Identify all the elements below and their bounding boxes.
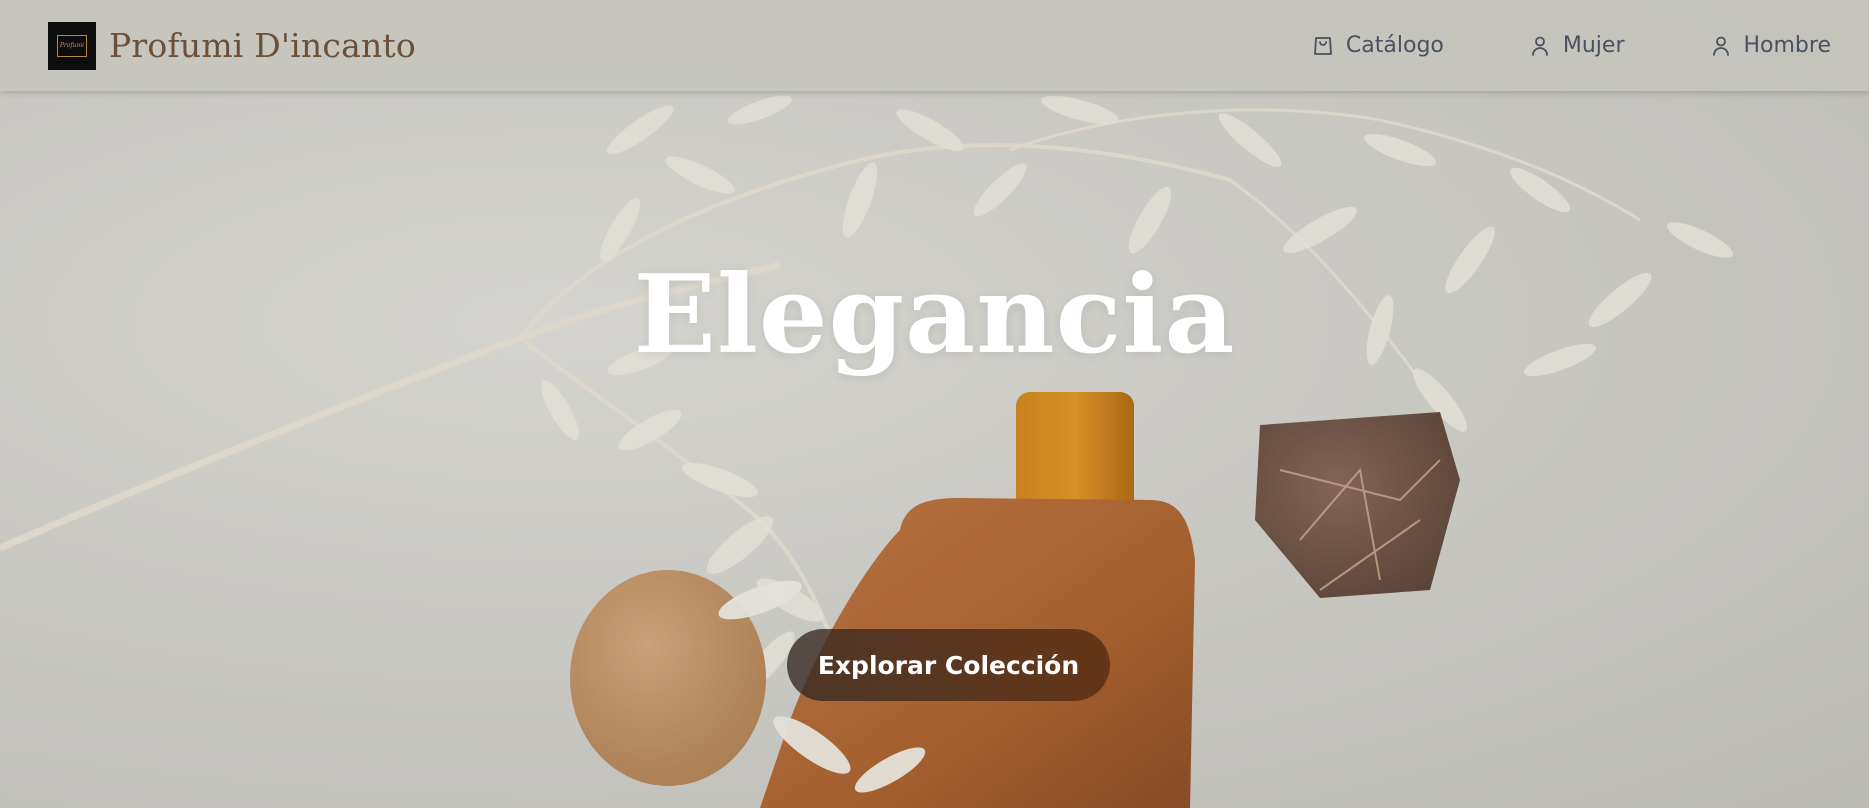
nav-item-label: Hombre (1743, 33, 1832, 58)
user-icon (1531, 36, 1548, 56)
hero-section: Elegancia Explorar Colección (0, 0, 1869, 808)
shopping-bag-icon (1314, 36, 1332, 55)
brand-link[interactable]: Profumi Profumi D'incanto (48, 21, 416, 70)
logo-text: Profumi (59, 42, 85, 49)
brand-logo: Profumi (48, 21, 96, 70)
nav-item-label: Catálogo (1345, 33, 1444, 58)
nav-item-mujer[interactable]: Mujer (1528, 33, 1625, 58)
site-header: Profumi Profumi D'incanto Catálogo Mujer… (0, 0, 1869, 91)
hero-title: Elegancia (633, 252, 1236, 378)
nav-item-label: Mujer (1562, 33, 1625, 58)
brand-name: Profumi D'incanto (109, 26, 416, 65)
explore-collection-button[interactable]: Explorar Colección (787, 629, 1110, 701)
nav-item-hombre[interactable]: Hombre (1709, 33, 1832, 58)
main-nav: Catálogo Mujer Hombre (1311, 33, 1831, 58)
nav-item-catalogo[interactable]: Catálogo (1311, 33, 1444, 58)
user-icon (1712, 36, 1729, 56)
